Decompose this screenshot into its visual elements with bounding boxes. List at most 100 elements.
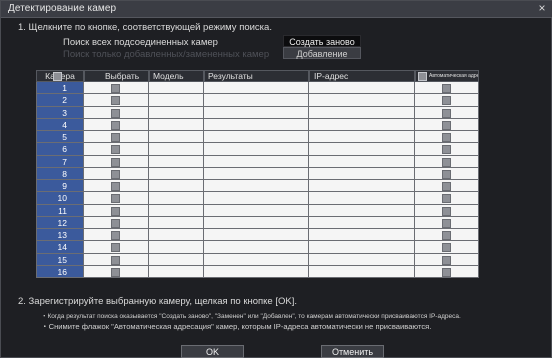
camera-number: 5 bbox=[36, 131, 84, 144]
auto-addressing-checkbox[interactable] bbox=[442, 96, 451, 106]
results-cell bbox=[204, 180, 309, 193]
select-checkbox[interactable] bbox=[111, 231, 120, 240]
select-checkbox[interactable] bbox=[111, 120, 120, 130]
search-new-label: Поиск только добавленных/замененных каме… bbox=[63, 49, 270, 60]
select-checkbox[interactable] bbox=[111, 194, 120, 204]
auto-addressing-checkbox[interactable] bbox=[442, 267, 451, 277]
auto-cell bbox=[415, 192, 479, 205]
select-cell bbox=[84, 94, 149, 107]
auto-addressing-all-checkbox[interactable] bbox=[418, 72, 427, 81]
auto-addressing-checkbox[interactable] bbox=[442, 206, 451, 216]
table-row: 12 bbox=[36, 216, 479, 229]
title-bar: Детектирование камер × bbox=[1, 1, 552, 18]
auto-addressing-checkbox[interactable] bbox=[442, 243, 451, 253]
results-cell bbox=[204, 106, 309, 119]
select-checkbox[interactable] bbox=[111, 169, 120, 179]
auto-addressing-checkbox[interactable] bbox=[442, 255, 451, 265]
select-checkbox[interactable] bbox=[111, 84, 120, 93]
table-row: 13 bbox=[36, 229, 479, 242]
camera-number: 11 bbox=[36, 204, 84, 217]
auto-addressing-checkbox[interactable] bbox=[442, 145, 451, 155]
ip-cell bbox=[309, 216, 415, 229]
ip-cell bbox=[309, 155, 415, 168]
table-row: 15 bbox=[36, 253, 479, 266]
results-cell bbox=[204, 143, 309, 156]
results-cell bbox=[204, 131, 309, 144]
select-cell bbox=[84, 229, 149, 242]
auto-addressing-checkbox[interactable] bbox=[442, 169, 451, 179]
recreate-button[interactable]: Создать заново bbox=[283, 35, 361, 47]
select-checkbox[interactable] bbox=[111, 255, 120, 265]
table-row: 6 bbox=[36, 143, 479, 156]
select-checkbox[interactable] bbox=[111, 218, 120, 228]
results-cell bbox=[204, 216, 309, 229]
auto-cell bbox=[415, 204, 479, 217]
select-checkbox[interactable] bbox=[111, 133, 120, 142]
table-body: 1 2 3 4 5 6 7 8 9 10 11 12 13 14 15 16 bbox=[36, 82, 479, 278]
cancel-button[interactable]: Отменить bbox=[321, 345, 384, 358]
table-row: 9 bbox=[36, 180, 479, 193]
select-checkbox[interactable] bbox=[111, 108, 120, 118]
auto-addressing-checkbox[interactable] bbox=[442, 218, 451, 228]
select-checkbox[interactable] bbox=[111, 157, 120, 167]
results-cell bbox=[204, 94, 309, 107]
auto-addressing-checkbox[interactable] bbox=[442, 84, 451, 93]
window-title: Детектирование камер bbox=[8, 3, 117, 14]
camera-number: 6 bbox=[36, 143, 84, 156]
select-checkbox[interactable] bbox=[111, 145, 120, 155]
select-checkbox[interactable] bbox=[111, 182, 120, 191]
model-cell bbox=[149, 180, 204, 193]
auto-addressing-checkbox[interactable] bbox=[442, 133, 451, 142]
select-cell bbox=[84, 192, 149, 205]
model-cell bbox=[149, 241, 204, 254]
auto-cell bbox=[415, 229, 479, 242]
select-checkbox[interactable] bbox=[111, 206, 120, 216]
select-cell bbox=[84, 131, 149, 144]
ip-cell bbox=[309, 131, 415, 144]
model-cell bbox=[149, 216, 204, 229]
camera-number: 9 bbox=[36, 180, 84, 193]
table-row: 3 bbox=[36, 106, 479, 119]
model-cell bbox=[149, 106, 204, 119]
auto-cell bbox=[415, 253, 479, 266]
table-row: 7 bbox=[36, 155, 479, 168]
auto-addressing-checkbox[interactable] bbox=[442, 194, 451, 204]
auto-addressing-checkbox[interactable] bbox=[442, 120, 451, 130]
select-checkbox[interactable] bbox=[111, 267, 120, 277]
table-row: 16 bbox=[36, 265, 479, 278]
camera-number: 12 bbox=[36, 216, 84, 229]
auto-addressing-checkbox[interactable] bbox=[442, 182, 451, 191]
ip-cell bbox=[309, 167, 415, 180]
ip-cell bbox=[309, 204, 415, 217]
model-cell bbox=[149, 94, 204, 107]
header-ip: IP-адрес bbox=[309, 70, 415, 82]
ip-cell bbox=[309, 180, 415, 193]
header-select: Выбрать bbox=[84, 70, 149, 82]
select-all-checkbox[interactable] bbox=[53, 72, 62, 81]
select-cell bbox=[84, 265, 149, 278]
model-cell bbox=[149, 143, 204, 156]
results-cell bbox=[204, 229, 309, 242]
select-cell bbox=[84, 241, 149, 254]
auto-addressing-checkbox[interactable] bbox=[442, 231, 451, 240]
model-cell bbox=[149, 82, 204, 95]
ip-cell bbox=[309, 229, 415, 242]
close-icon[interactable]: × bbox=[536, 2, 548, 15]
select-cell bbox=[84, 155, 149, 168]
model-cell bbox=[149, 253, 204, 266]
ip-cell bbox=[309, 143, 415, 156]
results-cell bbox=[204, 167, 309, 180]
select-cell bbox=[84, 204, 149, 217]
table-row: 4 bbox=[36, 118, 479, 131]
add-button[interactable]: Добавление bbox=[283, 47, 361, 59]
ok-button[interactable]: OK bbox=[181, 345, 244, 358]
camera-number: 14 bbox=[36, 241, 84, 254]
model-cell bbox=[149, 167, 204, 180]
auto-addressing-checkbox[interactable] bbox=[442, 157, 451, 167]
table-row: 5 bbox=[36, 131, 479, 144]
select-checkbox[interactable] bbox=[111, 96, 120, 106]
select-checkbox[interactable] bbox=[111, 243, 120, 253]
auto-addressing-checkbox[interactable] bbox=[442, 108, 451, 118]
results-cell bbox=[204, 253, 309, 266]
ip-cell bbox=[309, 118, 415, 131]
